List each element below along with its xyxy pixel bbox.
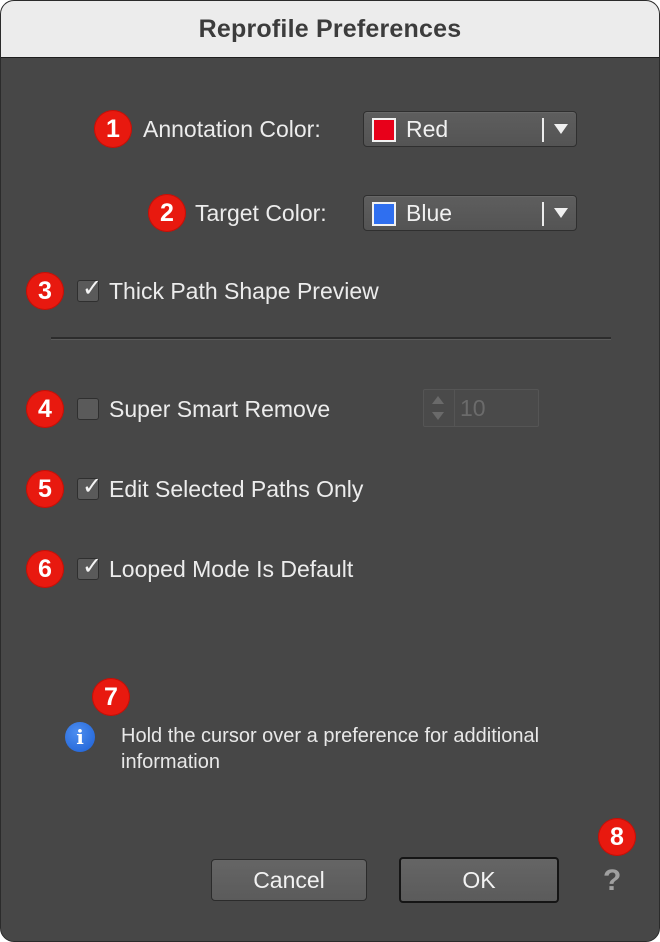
- thick-path-preview-label: Thick Path Shape Preview: [109, 278, 379, 304]
- checkmark-icon: ✓: [82, 275, 103, 302]
- edit-selected-paths-checkbox[interactable]: ✓: [77, 473, 103, 500]
- badge-4: 4: [26, 390, 64, 428]
- stepper-down-icon[interactable]: [432, 412, 444, 420]
- preferences-window: Reprofile Preferences 1 Annotation Color…: [0, 0, 660, 942]
- checkmark-icon: ✓: [82, 473, 103, 500]
- edit-selected-paths-label: Edit Selected Paths Only: [109, 476, 364, 502]
- looped-mode-label: Looped Mode Is Default: [109, 556, 354, 582]
- badge-3: 3: [26, 272, 64, 310]
- stepper-up-icon[interactable]: [432, 396, 444, 404]
- badge-2: 2: [148, 194, 186, 232]
- info-icon: i: [65, 722, 95, 752]
- question-mark-icon[interactable]: ?: [603, 864, 621, 898]
- blue-swatch-icon: [372, 202, 396, 226]
- cancel-button[interactable]: Cancel: [211, 859, 367, 901]
- super-smart-remove-label: Super Smart Remove: [109, 396, 331, 422]
- chevron-down-icon: [554, 124, 568, 134]
- chevron-down-icon: [554, 208, 568, 218]
- thick-path-preview-checkbox[interactable]: ✓: [77, 275, 103, 302]
- preferences-content: 1 Annotation Color: Red 2 Target Color: …: [1, 58, 659, 941]
- badge-5: 5: [26, 470, 64, 508]
- badge-6: 6: [26, 550, 64, 588]
- annotation-color-value: Red: [406, 116, 449, 142]
- annotation-color-popup[interactable]: Red: [363, 111, 577, 147]
- popup-separator: [542, 118, 544, 142]
- badge-7: 7: [92, 678, 130, 716]
- info-text: Hold the cursor over a preference for ad…: [121, 725, 540, 773]
- checkmark-icon: ✓: [82, 553, 103, 580]
- looped-mode-checkbox[interactable]: ✓: [77, 553, 103, 580]
- target-color-value: Blue: [406, 200, 453, 226]
- stepper-value[interactable]: 10: [460, 394, 486, 422]
- popup-separator: [542, 202, 544, 226]
- annotation-color-label: Annotation Color:: [143, 116, 321, 142]
- target-color-popup[interactable]: Blue: [363, 195, 577, 231]
- target-color-label: Target Color:: [195, 200, 327, 226]
- super-smart-remove-stepper[interactable]: 10: [423, 389, 539, 427]
- super-smart-remove-checkbox[interactable]: [77, 398, 99, 420]
- stepper-arrows[interactable]: [424, 390, 455, 426]
- red-swatch-icon: [372, 118, 396, 142]
- section-divider: [51, 337, 611, 340]
- ok-button[interactable]: OK: [399, 857, 559, 903]
- badge-8: 8: [598, 818, 636, 856]
- badge-1: 1: [94, 110, 132, 148]
- title-bar: Reprofile Preferences: [1, 1, 659, 58]
- window-title: Reprofile Preferences: [198, 14, 462, 43]
